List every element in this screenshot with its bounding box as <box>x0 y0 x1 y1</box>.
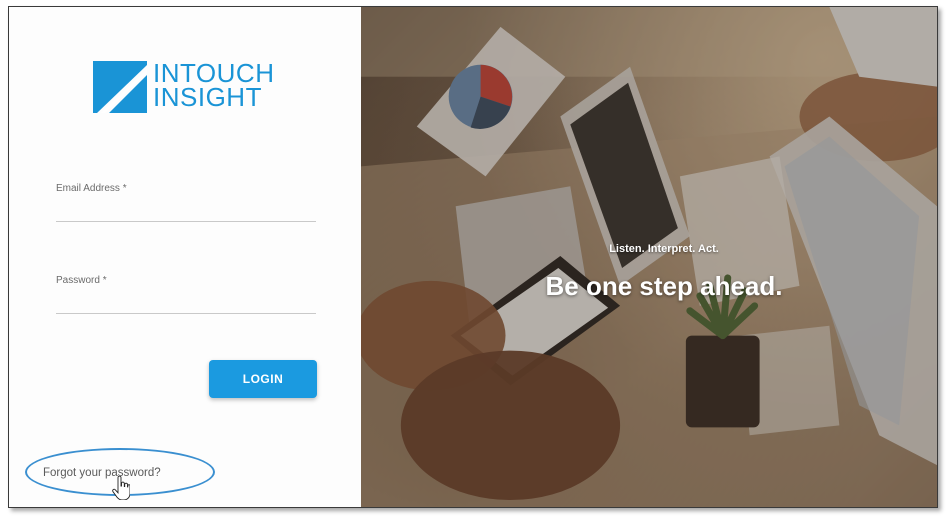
email-input[interactable] <box>56 200 316 222</box>
hand-pointer-icon <box>112 476 130 500</box>
password-label-text: Password <box>56 275 100 286</box>
email-field-group: Email Address * <box>56 183 316 222</box>
login-panel: INTOUCH INSIGHT Email Address * Password… <box>9 7 361 507</box>
login-window: INTOUCH INSIGHT Email Address * Password… <box>8 6 938 508</box>
login-button[interactable]: LOGIN <box>209 360 317 398</box>
brand-name-line2: INSIGHT <box>153 82 262 112</box>
password-label: Password * <box>56 275 316 286</box>
hero-panel: Listen. Interpret. Act. Be one step ahea… <box>361 7 937 507</box>
hero-headline: Be one step ahead. <box>545 271 783 301</box>
hero-tagline: Listen. Interpret. Act. <box>609 243 719 255</box>
logo-mark-icon <box>93 61 147 113</box>
brand-name: INTOUCH INSIGHT <box>153 60 274 112</box>
password-required-mark: * <box>102 275 107 286</box>
email-label-text: Email Address <box>56 183 120 194</box>
brand-logo: INTOUCH INSIGHT <box>93 59 293 119</box>
hero-photo <box>361 7 937 507</box>
forgot-password-link[interactable]: Forgot your password? <box>43 467 161 479</box>
password-field-group: Password * <box>56 275 316 314</box>
password-input[interactable] <box>56 292 316 314</box>
email-label: Email Address * <box>56 183 316 194</box>
email-required-mark: * <box>122 183 127 194</box>
